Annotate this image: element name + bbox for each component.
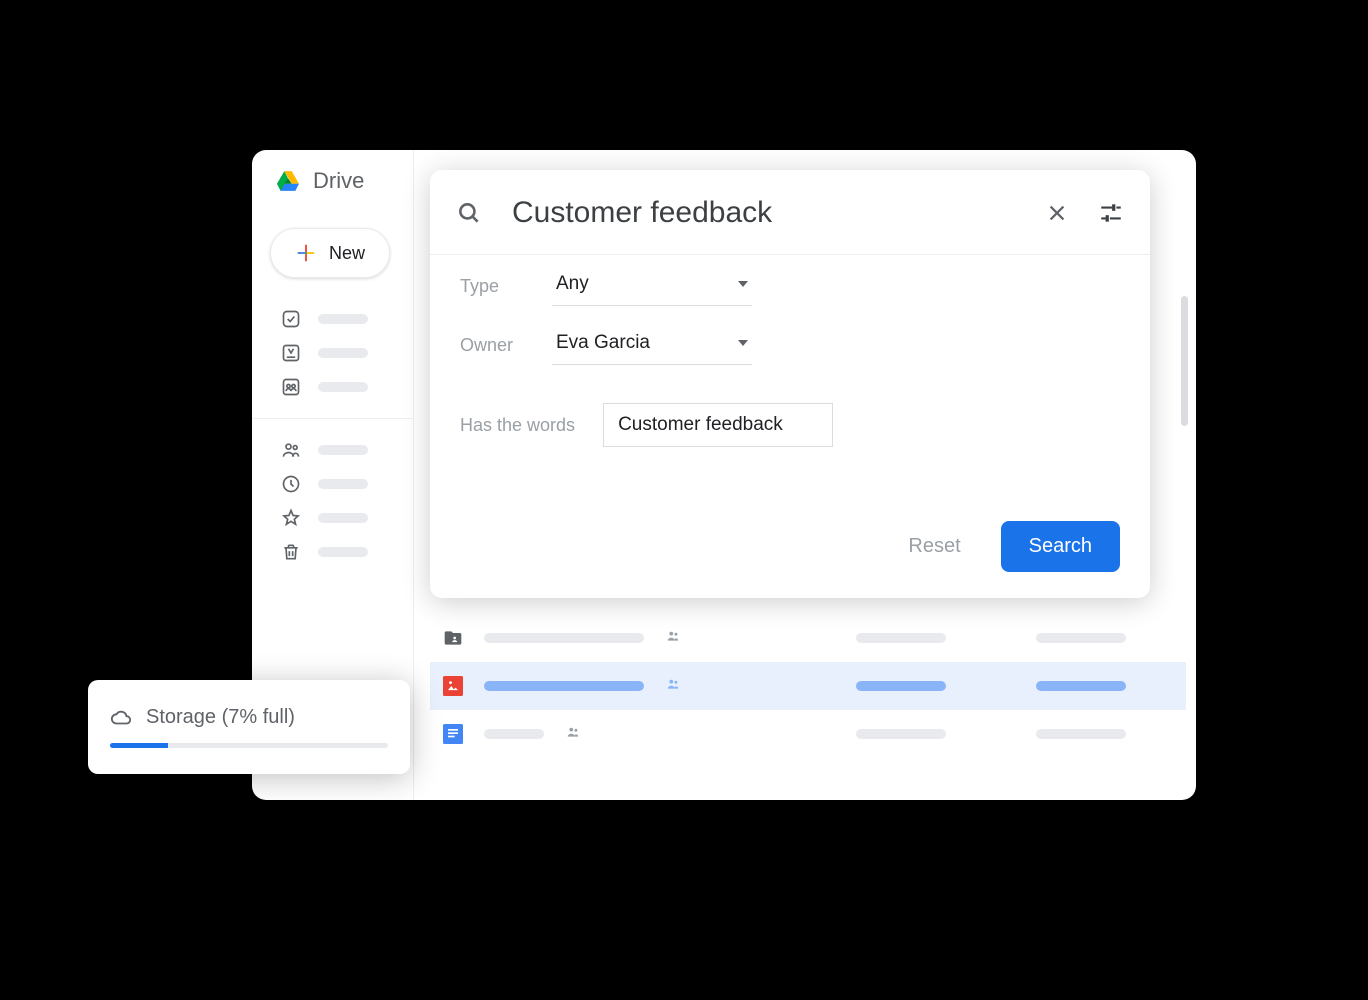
divider xyxy=(252,418,413,419)
owner-dropdown[interactable]: Eva Garcia xyxy=(552,326,752,365)
placeholder xyxy=(318,513,368,523)
placeholder xyxy=(856,681,946,691)
placeholder xyxy=(484,633,644,643)
docs-icon xyxy=(442,723,464,745)
placeholder xyxy=(484,729,544,739)
type-dropdown[interactable]: Any xyxy=(552,267,752,306)
placeholder xyxy=(1036,729,1126,739)
sidebar-item-mydrive[interactable] xyxy=(252,336,413,370)
words-label: Has the words xyxy=(460,415,575,436)
drive-outline-icon xyxy=(280,342,302,364)
storage-top: Storage (7% full) xyxy=(110,706,388,729)
storage-card[interactable]: Storage (7% full) xyxy=(88,680,410,774)
trash-icon xyxy=(280,541,302,563)
placeholder xyxy=(318,348,368,358)
type-value: Any xyxy=(556,273,589,295)
placeholder xyxy=(1036,633,1126,643)
search-button[interactable]: Search xyxy=(1001,521,1120,572)
sidebar-item-priority[interactable] xyxy=(252,302,413,336)
people-icon xyxy=(280,439,302,461)
people-icon xyxy=(564,725,582,744)
search-bar: Customer feedback xyxy=(430,170,1150,255)
shared-drives-icon xyxy=(280,376,302,398)
placeholder xyxy=(318,547,368,557)
placeholder xyxy=(856,729,946,739)
words-input[interactable] xyxy=(603,403,833,447)
star-icon xyxy=(280,507,302,529)
storage-bar xyxy=(110,743,388,748)
people-icon xyxy=(664,677,682,696)
filter-words-row: Has the words xyxy=(430,373,1150,447)
new-button[interactable]: New xyxy=(270,228,390,278)
new-button-label: New xyxy=(329,243,365,264)
search-icon[interactable] xyxy=(456,200,482,226)
file-list xyxy=(430,614,1186,758)
owner-value: Eva Garcia xyxy=(556,332,650,354)
cloud-icon xyxy=(110,707,132,729)
filter-type-row: Type Any xyxy=(430,255,1150,314)
storage-fill xyxy=(110,743,168,748)
reset-button[interactable]: Reset xyxy=(908,535,960,558)
action-row: Reset Search xyxy=(908,521,1120,572)
placeholder xyxy=(318,479,368,489)
sidebar-item-starred[interactable] xyxy=(252,501,413,535)
placeholder xyxy=(318,382,368,392)
file-row-selected[interactable] xyxy=(430,662,1186,710)
storage-label: Storage (7% full) xyxy=(146,706,295,729)
search-input[interactable]: Customer feedback xyxy=(512,196,1016,230)
tune-icon[interactable] xyxy=(1098,200,1124,226)
drive-logo-icon xyxy=(277,170,299,192)
placeholder xyxy=(318,314,368,324)
type-label: Type xyxy=(460,276,532,297)
file-row[interactable] xyxy=(430,614,1186,662)
placeholder xyxy=(1036,681,1126,691)
sidebar-item-recent[interactable] xyxy=(252,467,413,501)
search-panel: Customer feedback Type Any Owner Eva Gar… xyxy=(430,170,1150,598)
owner-label: Owner xyxy=(460,335,532,356)
placeholder xyxy=(318,445,368,455)
check-square-icon xyxy=(280,308,302,330)
plus-icon xyxy=(295,242,317,264)
placeholder xyxy=(856,633,946,643)
clock-icon xyxy=(280,473,302,495)
chevron-down-icon xyxy=(738,281,748,287)
sidebar-item-trash[interactable] xyxy=(252,535,413,569)
sidebar-item-shared-drives[interactable] xyxy=(252,370,413,404)
scrollbar-thumb[interactable] xyxy=(1181,296,1188,426)
people-icon xyxy=(664,629,682,648)
logo-row: Drive xyxy=(252,168,413,194)
placeholder xyxy=(484,681,644,691)
close-icon[interactable] xyxy=(1046,202,1068,224)
file-row[interactable] xyxy=(430,710,1186,758)
sidebar-item-shared[interactable] xyxy=(252,433,413,467)
filter-owner-row: Owner Eva Garcia xyxy=(430,314,1150,373)
chevron-down-icon xyxy=(738,340,748,346)
app-name: Drive xyxy=(313,168,364,194)
image-icon xyxy=(442,675,464,697)
folder-shared-icon xyxy=(442,627,464,649)
